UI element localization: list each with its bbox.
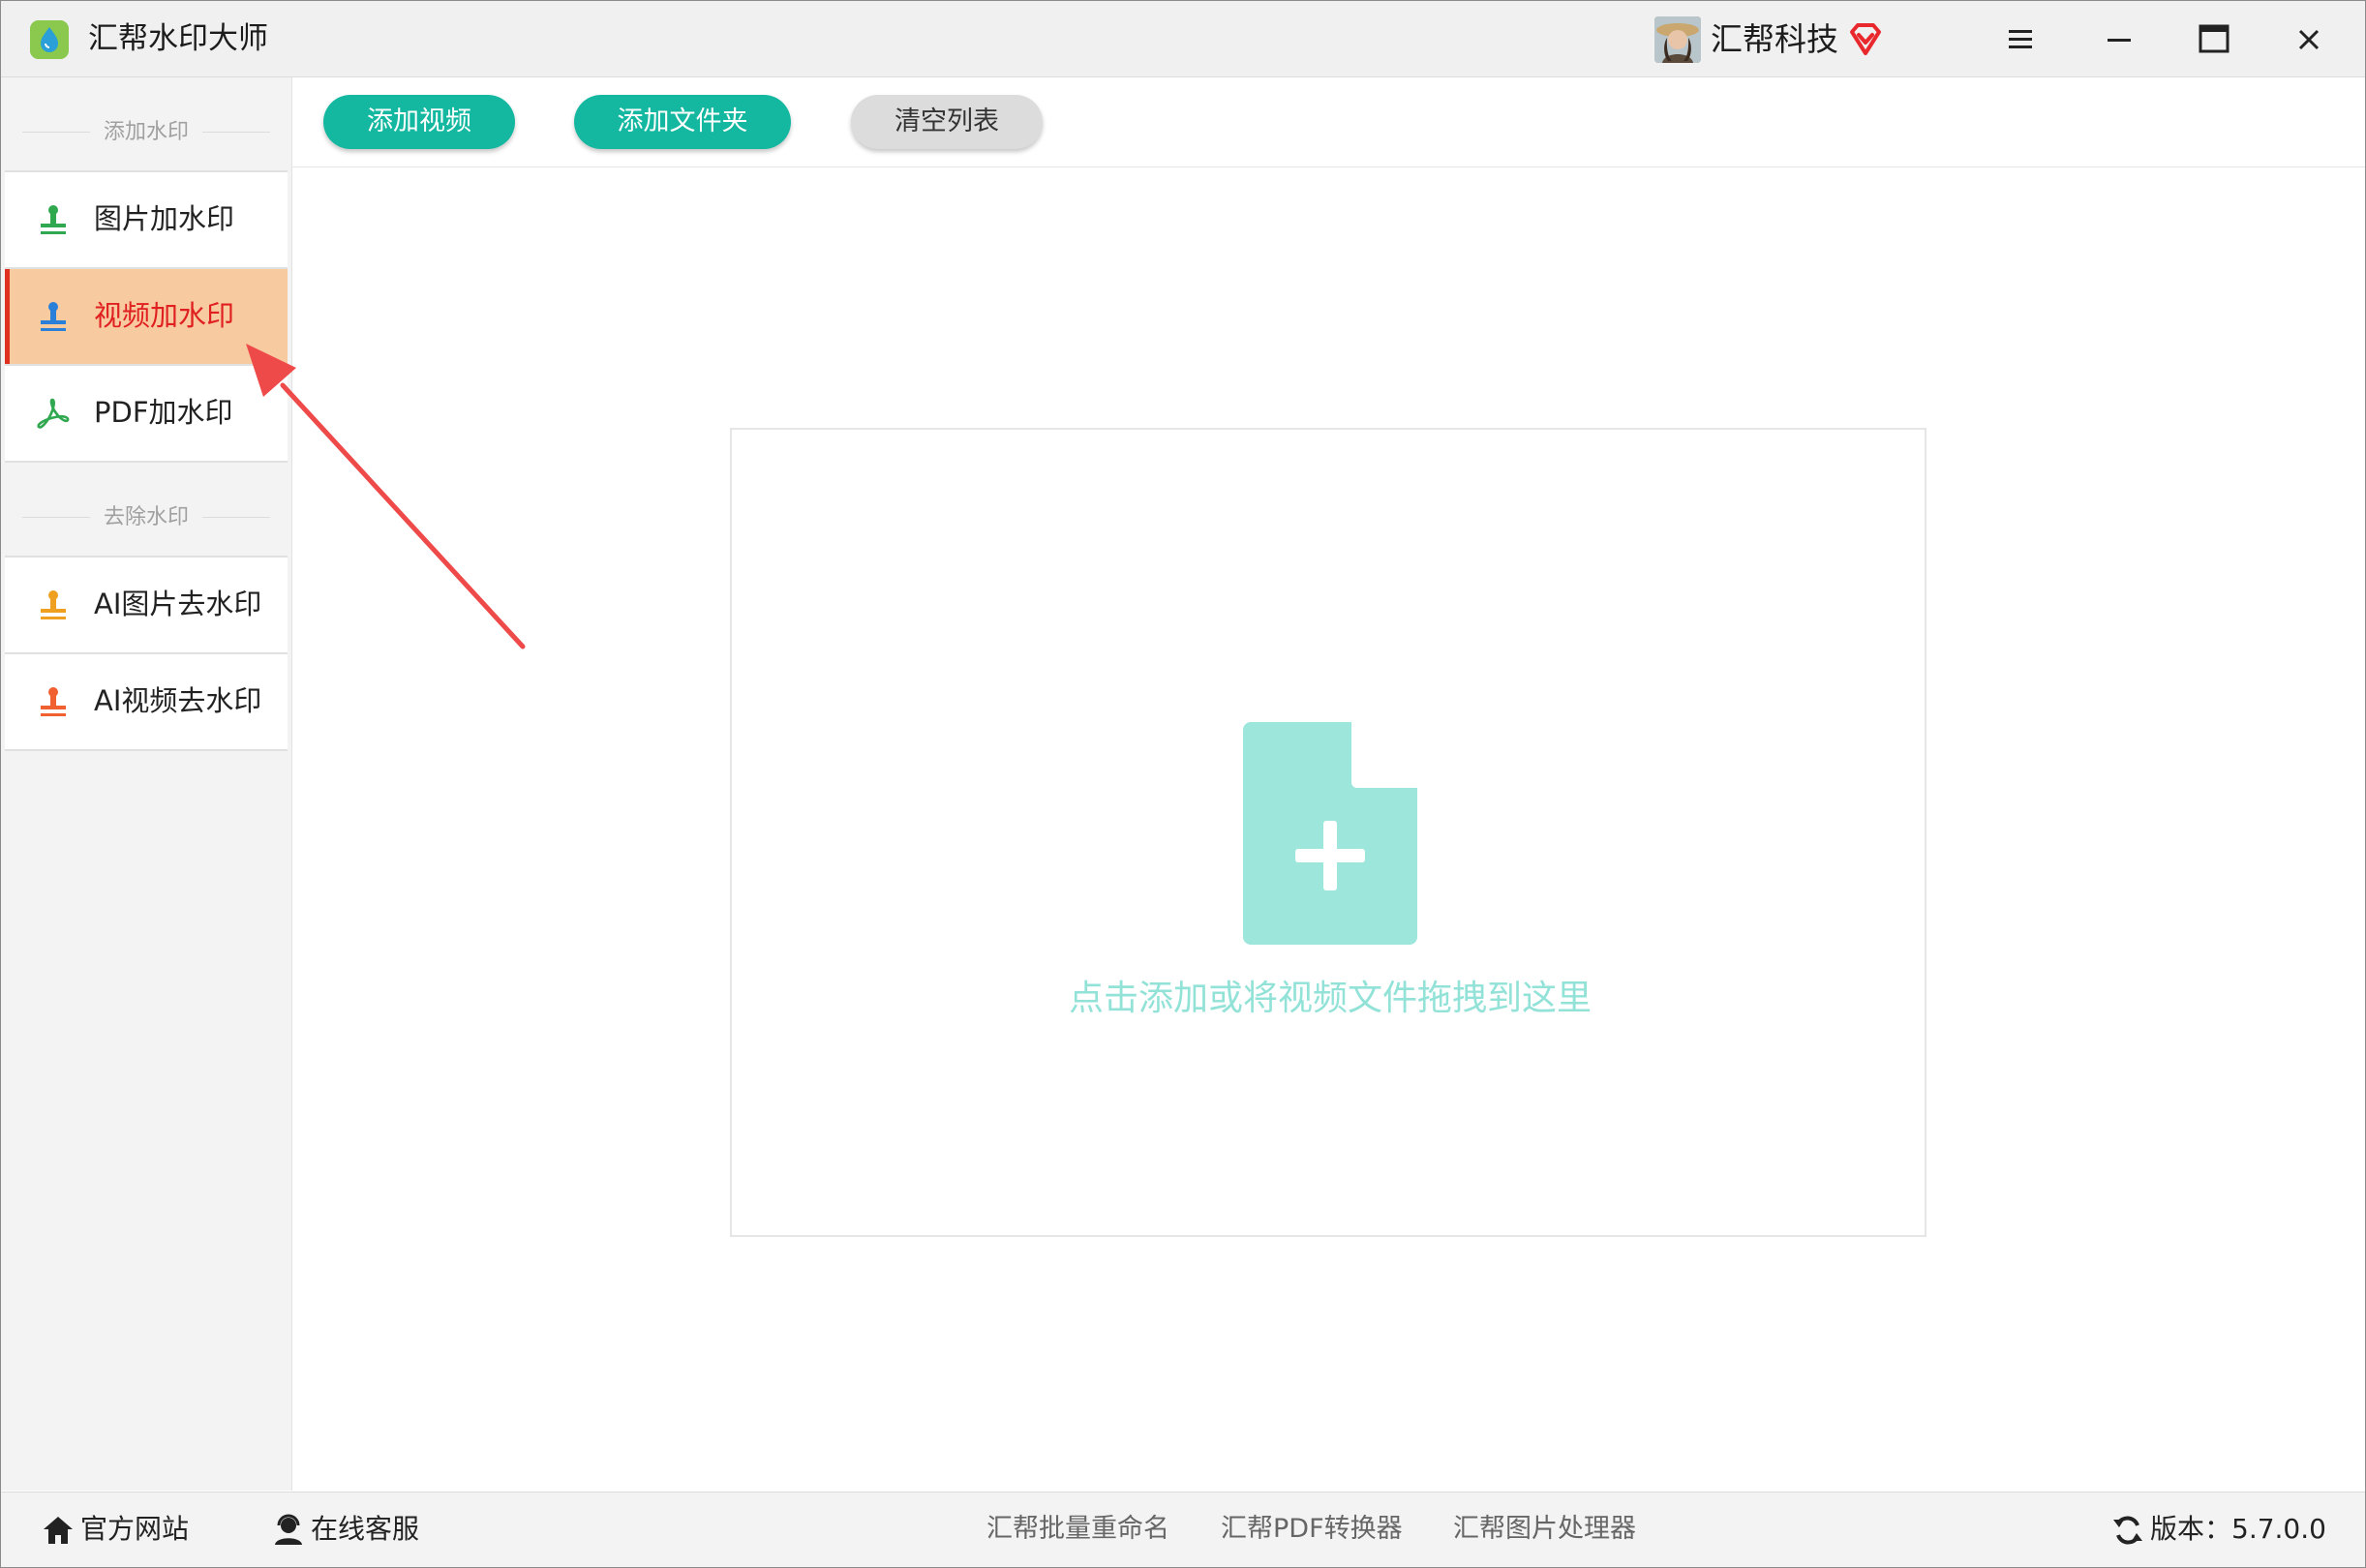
section-label-remove: 去除水印 [103, 505, 189, 529]
customer-service-icon [275, 1514, 302, 1545]
sidebar-item-label: PDF加水印 [94, 396, 233, 429]
sidebar: 添加水印 图片加水印 视频加水印 PDF加水印 去除水印 AI图片去水印 AI视… [1, 77, 292, 1491]
footer-link-batch-rename[interactable]: 汇帮批量重命名 [986, 1510, 1169, 1549]
version-info[interactable]: 版本：5.7.0.0 [2111, 1510, 2344, 1549]
stamp-blue-icon [41, 302, 66, 331]
official-site-label: 官方网站 [80, 1513, 190, 1545]
sidebar-item-label: AI视频去水印 [94, 684, 262, 717]
vip-diamond-icon[interactable] [1848, 22, 1883, 57]
app-window: 汇帮水印大师 汇帮科技 添加水印 图片加水印 视频加水印 PDF加水印 去除水印… [0, 0, 2366, 1568]
minimize-button[interactable] [2092, 16, 2146, 63]
app-logo-icon [30, 20, 69, 59]
user-avatar[interactable] [1654, 16, 1701, 63]
close-button[interactable] [2282, 16, 2336, 63]
online-service-link[interactable]: 在线客服 [272, 1510, 446, 1549]
official-site-link[interactable]: 官方网站 [42, 1510, 197, 1549]
menu-button[interactable] [1993, 16, 2048, 63]
home-icon [44, 1517, 73, 1544]
footer: 官方网站 在线客服 汇帮批量重命名 汇帮PDF转换器 汇帮图片处理器 版本：5.… [1, 1492, 2365, 1567]
stamp-orange-icon [41, 590, 66, 619]
stamp-red-icon [41, 687, 66, 716]
sidebar-section-add: 添加水印 [5, 77, 288, 172]
version-label: 版本：5.7.0.0 [2150, 1513, 2326, 1545]
sidebar-item-pdf-watermark[interactable]: PDF加水印 [5, 366, 288, 463]
footer-link-pdf-converter[interactable]: 汇帮PDF转换器 [1221, 1510, 1403, 1549]
sidebar-item-ai-image-remove[interactable]: AI图片去水印 [5, 558, 288, 654]
divider [202, 132, 270, 133]
maximize-button[interactable] [2187, 16, 2241, 63]
main-content: 点击添加或将视频文件拖拽到这里 [292, 167, 2365, 1492]
stamp-green-icon [41, 205, 66, 234]
section-label-add: 添加水印 [103, 120, 189, 144]
sidebar-item-ai-video-remove[interactable]: AI视频去水印 [5, 654, 288, 751]
clear-list-button[interactable]: 清空列表 [851, 95, 1043, 149]
sidebar-item-label: 图片加水印 [94, 202, 235, 235]
company-name[interactable]: 汇帮科技 [1711, 18, 1838, 61]
refresh-icon [2113, 1516, 2142, 1545]
online-service-label: 在线客服 [311, 1513, 420, 1545]
sidebar-item-image-watermark[interactable]: 图片加水印 [5, 172, 288, 269]
pdf-icon [37, 398, 70, 429]
add-folder-button[interactable]: 添加文件夹 [574, 95, 791, 149]
app-title: 汇帮水印大师 [88, 21, 268, 56]
file-drop-zone[interactable]: 点击添加或将视频文件拖拽到这里 [730, 428, 1926, 1237]
footer-link-image-processor[interactable]: 汇帮图片处理器 [1453, 1510, 1636, 1549]
drop-hint-text: 点击添加或将视频文件拖拽到这里 [1068, 979, 1592, 1018]
sidebar-item-label: 视频加水印 [94, 299, 235, 332]
sidebar-item-label: AI图片去水印 [94, 588, 262, 620]
add-video-button[interactable]: 添加视频 [323, 95, 515, 149]
title-bar: 汇帮水印大师 汇帮科技 [1, 1, 2365, 77]
sidebar-section-remove: 去除水印 [5, 463, 288, 558]
add-file-icon [1243, 722, 1417, 945]
toolbar: 添加视频 添加文件夹 清空列表 [292, 77, 2365, 167]
divider [202, 517, 270, 518]
sidebar-item-video-watermark[interactable]: 视频加水印 [5, 269, 288, 366]
